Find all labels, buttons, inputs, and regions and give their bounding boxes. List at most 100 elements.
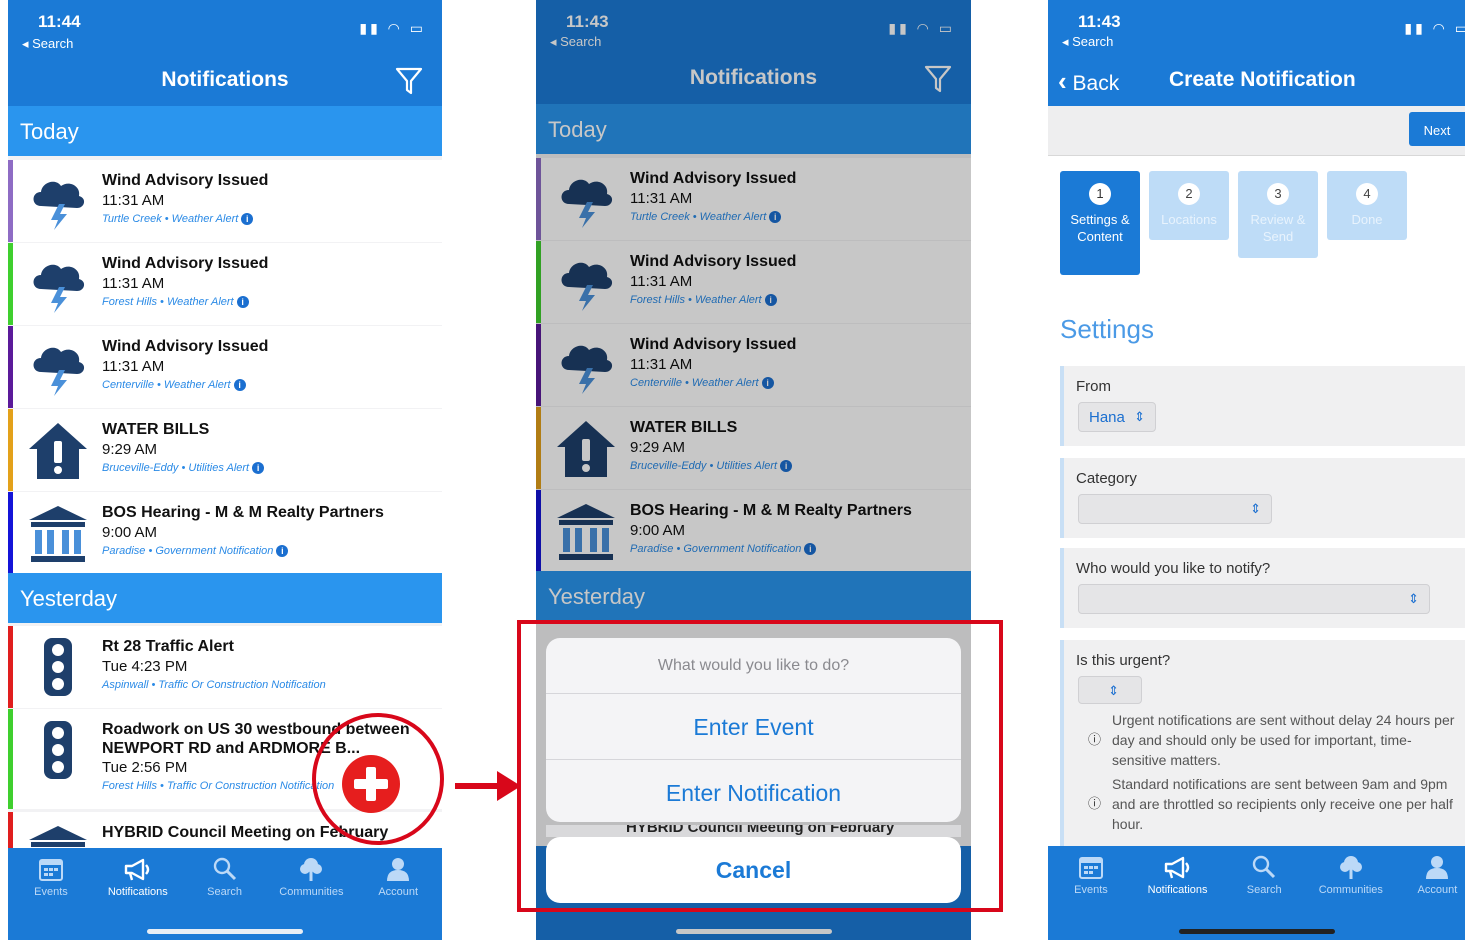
wizard-step-1[interactable]: 1 Settings & Content [1060,171,1140,275]
item-title: Wind Advisory Issued [102,172,269,189]
item-time: 11:31 AM [102,192,165,209]
wizard-step-3[interactable]: 3 Review & Send [1238,171,1318,258]
chevron-updown-icon: ⇕ [1134,409,1145,424]
item-subtitle-text: Paradise • Government Notification [102,545,274,557]
traffic-light-icon [27,636,89,698]
nav-bar: ‹ Back Create Notification [1048,60,1465,106]
home-indicator [1178,929,1335,934]
tree-icon [1339,856,1362,879]
government-building-icon [27,502,89,564]
tab-notifications[interactable]: Notifications [1135,854,1221,896]
status-time: 11:43 [1078,12,1121,31]
item-subtitle: Centerville • Weather Alert i [102,379,246,391]
calendar-icon [1079,857,1103,879]
urgent-field: Is this urgent? ⇕ ⓘ Urgent notifications… [1060,640,1465,850]
tab-bar: Events Notifications Search Communities Acco… [8,848,442,940]
status-icons: ▮▮ ◠ ▭ [1404,20,1465,36]
settings-heading: Settings [1060,314,1154,344]
tab-account[interactable]: Account [1394,854,1465,896]
tab-communities[interactable]: Communities [268,856,354,898]
item-time: 9:29 AM [102,441,158,458]
highlight-circle [312,713,444,845]
step-label: Review & Send [1250,212,1306,244]
storm-cloud-icon [27,336,89,398]
tab-events[interactable]: Events [1048,854,1134,896]
tree-icon [300,858,323,881]
user-icon [1426,856,1449,879]
from-select[interactable]: Hana ⇕ [1078,402,1156,432]
info-icon: ⓘ [1088,732,1102,747]
wizard-toolbar: Next [1048,106,1465,156]
section-header-today: Today [8,106,442,156]
notify-field: Who would you like to notify? ⇕ [1060,548,1465,628]
item-subtitle: Paradise • Government Notification i [102,545,289,557]
user-icon [387,858,410,881]
traffic-light-icon [27,719,89,781]
notify-label: Who would you like to notify? [1076,560,1271,577]
tab-label: Notifications [1147,884,1208,896]
calendar-icon [39,859,63,881]
list-item[interactable]: BOS Hearing - M & M Realty Partners 9:00 … [8,492,442,574]
back-to-search-link[interactable]: ◂ Search [1062,34,1113,50]
step-label: Done [1351,212,1383,227]
tab-label: Communities [279,886,344,898]
info-icon: i [233,379,246,391]
back-button-label: Back [1072,72,1120,95]
list-item[interactable]: Rt 28 Traffic Alert Tue 4:23 PM Aspinwall … [8,626,442,708]
list-item[interactable]: Wind Advisory Issued 11:31 AM Turtle Creek… [8,160,442,242]
tab-bar: Events Notifications Search Communities Acco… [1048,846,1465,940]
list-item[interactable]: Wind Advisory Issued 11:31 AM Forest Hills… [8,243,442,325]
item-time: Tue 2:56 PM [102,759,188,776]
tab-search[interactable]: Search [182,856,268,898]
item-subtitle: Forest Hills • Weather Alert i [102,296,249,308]
tab-search[interactable]: Search [1221,854,1307,896]
list-item[interactable]: Wind Advisory Issued 11:31 AM Centerville … [8,326,442,408]
urgent-label: Is this urgent? [1076,652,1171,669]
tab-account[interactable]: Account [355,856,441,898]
item-time: 11:31 AM [102,275,165,292]
category-label: Category [1076,470,1137,487]
item-title: Rt 28 Traffic Alert [102,638,234,655]
arrow-shaft [455,783,500,789]
info-icon: ⓘ [1088,796,1102,811]
step-label: Locations [1161,212,1217,227]
filter-icon[interactable] [394,64,424,96]
item-subtitle-text: Forest Hills • Traffic Or Construction N… [102,780,335,792]
list-item[interactable]: WATER BILLS 9:29 AM Bruceville-Eddy • Util… [8,409,442,491]
house-alert-icon [27,419,89,481]
page-title: Notifications [161,68,289,91]
storm-cloud-icon [27,170,89,232]
tab-label: Events [34,886,68,898]
item-subtitle-text: Forest Hills • Weather Alert [102,296,234,308]
back-to-search-link[interactable]: ◂ Search [22,36,73,52]
item-subtitle-text: Centerville • Weather Alert [102,379,231,391]
tab-communities[interactable]: Communities [1308,854,1394,896]
standard-note-text: Standard notifications are sent between … [1112,776,1453,832]
status-icons: ▮▮ ◠ ▭ [359,20,426,36]
urgent-note: ⓘ Urgent notifications are sent without … [1088,710,1459,770]
urgent-note-text: Urgent notifications are sent without de… [1112,712,1455,768]
item-subtitle-text: Turtle Creek • Weather Alert [102,213,239,225]
info-icon: i [252,462,265,474]
info-icon: i [236,296,249,308]
tab-label: Events [1074,884,1108,896]
category-select[interactable]: ⇕ [1078,494,1272,524]
notify-select[interactable]: ⇕ [1078,584,1430,614]
tab-events[interactable]: Events [8,856,94,898]
wizard-step-4[interactable]: 4 Done [1327,171,1407,240]
item-title: Wind Advisory Issued [102,255,269,272]
wizard-step-2[interactable]: 2 Locations [1149,171,1229,240]
back-button[interactable]: ‹ Back [1058,66,1119,97]
chevron-updown-icon: ⇕ [1108,683,1119,698]
step-number: 2 [1178,183,1200,205]
urgent-select[interactable]: ⇕ [1078,676,1142,704]
item-subtitle-text: Bruceville-Eddy • Utilities Alert [102,462,250,474]
highlight-box [517,620,1003,912]
tab-label: Notifications [107,886,168,898]
status-bar: 11:43 ◂ Search ▮▮ ◠ ▭ [1048,0,1465,60]
tab-label: Communities [1318,884,1383,896]
tab-notifications[interactable]: Notifications [95,856,181,898]
next-button[interactable]: Next [1409,112,1465,146]
tab-label: Account [1417,884,1458,896]
item-title: Wind Advisory Issued [102,338,269,355]
